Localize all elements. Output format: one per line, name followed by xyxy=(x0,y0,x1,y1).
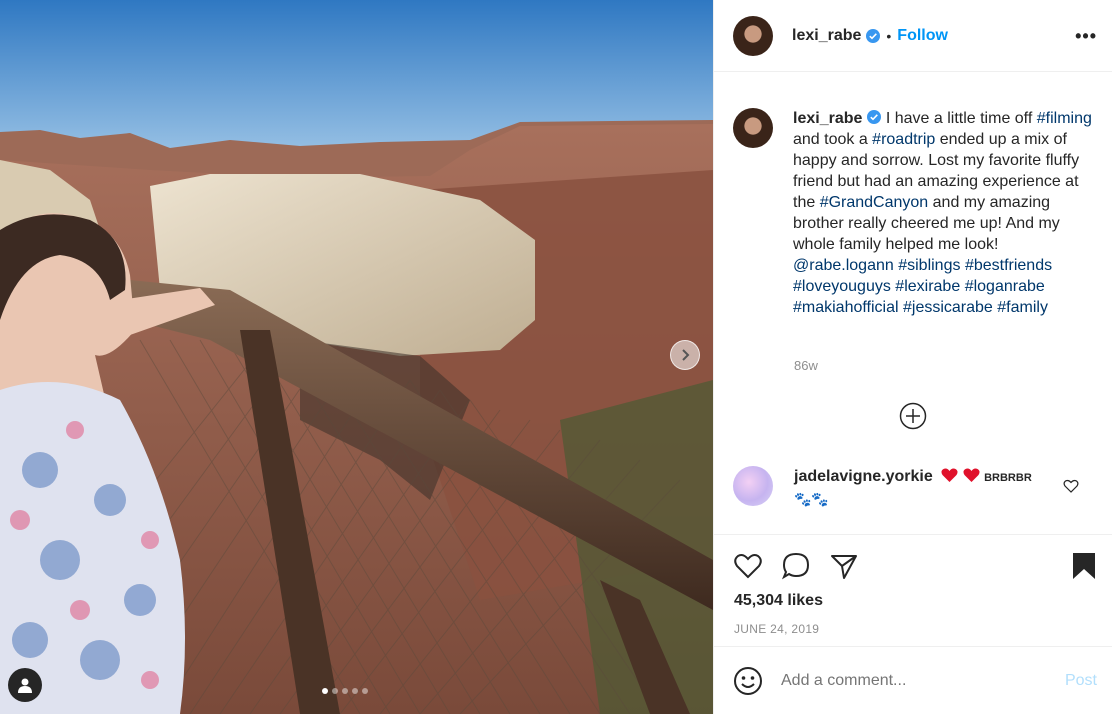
comment-input[interactable] xyxy=(781,671,1051,690)
add-comment-bar: Post xyxy=(714,646,1112,714)
paw-prints-emoji: 🐾🐾 xyxy=(794,492,829,508)
post-photo[interactable] xyxy=(0,0,713,714)
more-options-icon[interactable]: ••• xyxy=(1075,26,1097,47)
tagged-users-button[interactable] xyxy=(8,668,42,702)
comment-item: jadelavigne.yorkie BRBRBR 🐾🐾 xyxy=(733,466,1103,511)
carousel-dot xyxy=(332,688,338,694)
hashtag-link[interactable]: #jessicarabe xyxy=(903,299,993,316)
post-details-panel: lexi_rabe • Follow ••• lexi_rabe I have … xyxy=(713,0,1112,714)
comment-username[interactable]: jadelavigne.yorkie xyxy=(794,468,933,485)
hashtag-link[interactable]: #makiahofficial xyxy=(793,299,899,316)
caption: lexi_rabe I have a little time off #film… xyxy=(733,108,1103,318)
author-username[interactable]: lexi_rabe xyxy=(792,27,861,45)
like-button[interactable] xyxy=(733,551,763,581)
caption-username[interactable]: lexi_rabe xyxy=(793,110,862,127)
carousel-dot xyxy=(352,688,358,694)
comment-text: BRBRBR xyxy=(984,472,1032,484)
caption-text-segment: and took a xyxy=(793,131,873,148)
action-icons xyxy=(733,551,859,581)
user-icon xyxy=(18,678,32,693)
save-button[interactable] xyxy=(1069,551,1099,581)
hashtag-link[interactable]: #siblings xyxy=(898,257,960,274)
hashtag-link[interactable]: #loveyouguys xyxy=(793,278,891,295)
carousel-dot xyxy=(342,688,348,694)
hashtag-link[interactable]: #lexirabe xyxy=(895,278,960,295)
grand-canyon-photo xyxy=(0,0,713,714)
comment-bubble-icon xyxy=(781,552,810,580)
carousel-dot xyxy=(322,688,328,694)
hashtag-link[interactable]: #roadtrip xyxy=(872,131,935,148)
separator-dot: • xyxy=(886,27,892,44)
avatar[interactable] xyxy=(733,15,773,56)
post-actions: 45,304 likes JUNE 24, 2019 xyxy=(714,534,1112,646)
comment-body: jadelavigne.yorkie BRBRBR 🐾🐾 xyxy=(794,466,1044,511)
comment-button[interactable] xyxy=(781,551,811,581)
load-more-comments-icon[interactable] xyxy=(899,402,927,430)
likes-count[interactable]: 45,304 likes xyxy=(734,592,823,610)
verified-badge-icon xyxy=(866,28,881,43)
post-age[interactable]: 86w xyxy=(794,358,818,373)
post-header: lexi_rabe • Follow ••• xyxy=(714,0,1112,72)
avatar[interactable] xyxy=(733,466,773,506)
hashtag-link[interactable]: #loganrabe xyxy=(965,278,1045,295)
red-heart-emoji-icon xyxy=(941,468,958,482)
carousel-next-button[interactable] xyxy=(670,340,700,370)
chevron-right-icon xyxy=(682,349,690,361)
avatar[interactable] xyxy=(733,108,773,148)
mention-link[interactable]: @rabe.logann xyxy=(793,257,894,274)
hashtag-link[interactable]: #bestfriends xyxy=(965,257,1052,274)
caption-text: lexi_rabe I have a little time off #film… xyxy=(793,108,1093,318)
heart-icon xyxy=(734,554,762,579)
carousel-indicator xyxy=(322,688,368,694)
comments-section: lexi_rabe I have a little time off #film… xyxy=(714,72,1112,534)
paper-plane-icon xyxy=(831,555,857,579)
like-comment-heart-icon[interactable] xyxy=(1063,478,1079,494)
emoji-icon[interactable] xyxy=(733,666,763,696)
post-date[interactable]: JUNE 24, 2019 xyxy=(734,622,819,636)
follow-button[interactable]: Follow xyxy=(897,27,948,45)
hashtag-link[interactable]: #family xyxy=(997,299,1048,316)
bookmark-filled-icon xyxy=(1073,553,1095,579)
share-button[interactable] xyxy=(829,551,859,581)
caption-text-segment: I have a little time off xyxy=(881,110,1037,127)
hashtag-link[interactable]: #filming xyxy=(1037,110,1092,127)
post-comment-button[interactable]: Post xyxy=(1065,672,1097,690)
red-heart-emoji-icon xyxy=(963,468,980,482)
verified-badge-icon xyxy=(867,110,882,124)
hashtag-link[interactable]: #GrandCanyon xyxy=(820,194,929,211)
carousel-dot xyxy=(362,688,368,694)
